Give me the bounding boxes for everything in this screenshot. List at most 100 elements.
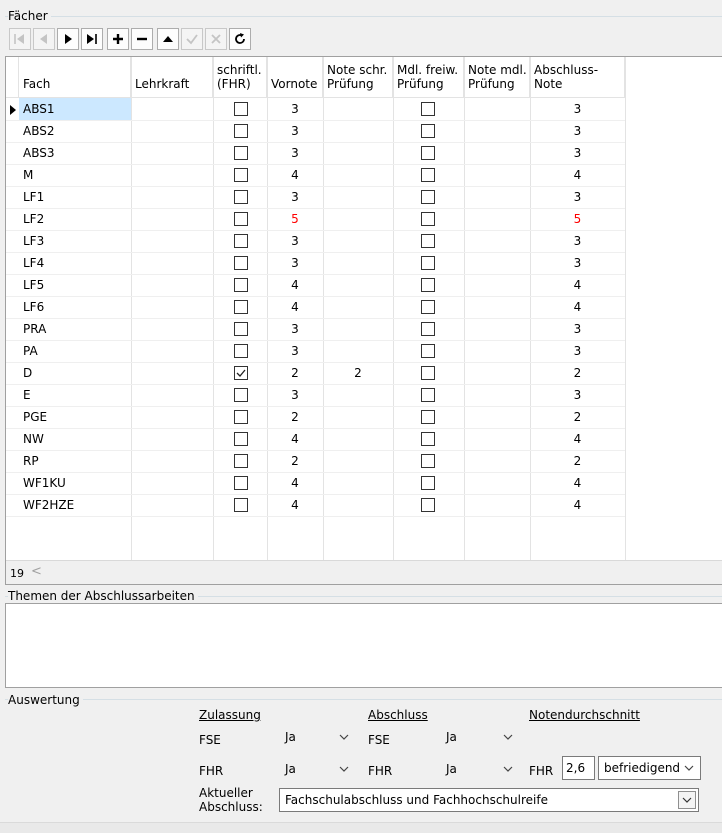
cell-note-schr[interactable] [323, 450, 393, 472]
cell-abschluss[interactable]: 2 [530, 362, 625, 384]
schriftl-checkbox[interactable] [234, 410, 248, 424]
mdl-freiw-checkbox[interactable] [421, 124, 435, 138]
cell-note-schr[interactable] [323, 494, 393, 516]
schriftl-checkbox[interactable] [234, 322, 248, 336]
insert-record-button[interactable] [107, 28, 129, 50]
cell-note-mdl[interactable] [464, 274, 530, 296]
cell-vornote[interactable]: 2 [267, 362, 323, 384]
cell-lehrkraft[interactable] [131, 494, 213, 516]
cell-abschluss[interactable]: 2 [530, 406, 625, 428]
cell-note-mdl[interactable] [464, 142, 530, 164]
header-vornote[interactable]: Vornote [267, 57, 323, 98]
cell-note-schr[interactable] [323, 120, 393, 142]
cell-fach[interactable]: RP [19, 450, 131, 472]
cell-note-schr[interactable] [323, 142, 393, 164]
mdl-freiw-checkbox[interactable] [421, 366, 435, 380]
schriftl-checkbox[interactable] [234, 234, 248, 248]
mdl-freiw-checkbox[interactable] [421, 344, 435, 358]
cell-note-schr[interactable] [323, 274, 393, 296]
edit-record-button[interactable] [157, 28, 179, 50]
cell-fach[interactable]: ABS1 [19, 98, 131, 120]
table-row[interactable]: RP 2 2 [6, 450, 722, 472]
cell-lehrkraft[interactable] [131, 406, 213, 428]
table-row[interactable]: E 3 3 [6, 384, 722, 406]
abschluss-fhr-combo[interactable]: Ja [441, 758, 519, 782]
table-row[interactable]: LF1 3 3 [6, 186, 722, 208]
cell-lehrkraft[interactable] [131, 142, 213, 164]
mdl-freiw-checkbox[interactable] [421, 300, 435, 314]
cell-vornote[interactable]: 3 [267, 252, 323, 274]
table-row[interactable]: PA 3 3 [6, 340, 722, 362]
cell-vornote[interactable]: 5 [267, 208, 323, 230]
cell-note-mdl[interactable] [464, 164, 530, 186]
cell-lehrkraft[interactable] [131, 164, 213, 186]
header-mdl-freiw[interactable]: Mdl. freiw. Prüfung [393, 57, 464, 98]
cell-note-schr[interactable] [323, 208, 393, 230]
cell-abschluss[interactable]: 3 [530, 230, 625, 252]
schriftl-checkbox[interactable] [234, 432, 248, 446]
cell-abschluss[interactable]: 4 [530, 164, 625, 186]
cell-vornote[interactable]: 3 [267, 318, 323, 340]
cell-lehrkraft[interactable] [131, 450, 213, 472]
post-record-button[interactable] [181, 28, 203, 50]
cell-note-mdl[interactable] [464, 230, 530, 252]
cell-note-mdl[interactable] [464, 340, 530, 362]
table-row[interactable]: PGE 2 2 [6, 406, 722, 428]
header-schriftl[interactable]: schriftl. (FHR) [213, 57, 267, 98]
mdl-freiw-checkbox[interactable] [421, 278, 435, 292]
mdl-freiw-checkbox[interactable] [421, 146, 435, 160]
cell-lehrkraft[interactable] [131, 274, 213, 296]
cell-fach[interactable]: NW [19, 428, 131, 450]
cell-fach[interactable]: LF6 [19, 296, 131, 318]
cell-note-mdl[interactable] [464, 318, 530, 340]
cell-abschluss[interactable]: 4 [530, 428, 625, 450]
cell-note-mdl[interactable] [464, 494, 530, 516]
cell-vornote[interactable]: 4 [267, 274, 323, 296]
schriftl-checkbox[interactable] [234, 212, 248, 226]
cell-note-schr[interactable] [323, 428, 393, 450]
cell-fach[interactable]: M [19, 164, 131, 186]
cell-lehrkraft[interactable] [131, 186, 213, 208]
cell-fach[interactable]: LF3 [19, 230, 131, 252]
cell-fach[interactable]: WF2HZE [19, 494, 131, 516]
cell-note-schr[interactable] [323, 186, 393, 208]
cell-fach[interactable]: ABS2 [19, 120, 131, 142]
cell-lehrkraft[interactable] [131, 230, 213, 252]
table-row[interactable]: LF6 4 4 [6, 296, 722, 318]
schriftl-checkbox[interactable] [234, 190, 248, 204]
schriftl-checkbox[interactable] [234, 344, 248, 358]
cell-fach[interactable]: D [19, 362, 131, 384]
cell-abschluss[interactable]: 2 [530, 450, 625, 472]
zulassung-fse-combo[interactable]: Ja [280, 726, 355, 750]
cell-lehrkraft[interactable] [131, 318, 213, 340]
cell-lehrkraft[interactable] [131, 296, 213, 318]
table-row[interactable]: ABS2 3 3 [6, 120, 722, 142]
cell-note-mdl[interactable] [464, 98, 530, 120]
cell-note-mdl[interactable] [464, 186, 530, 208]
cell-note-schr[interactable] [323, 164, 393, 186]
mdl-freiw-checkbox[interactable] [421, 168, 435, 182]
table-row[interactable]: ABS3 3 3 [6, 142, 722, 164]
mdl-freiw-checkbox[interactable] [421, 234, 435, 248]
schriftl-checkbox[interactable] [234, 366, 248, 380]
mdl-freiw-checkbox[interactable] [421, 498, 435, 512]
cell-vornote[interactable]: 3 [267, 340, 323, 362]
cell-lehrkraft[interactable] [131, 362, 213, 384]
notendurchschnitt-text-combo[interactable]: befriedigend [598, 756, 701, 780]
cell-abschluss[interactable]: 4 [530, 274, 625, 296]
cell-abschluss[interactable]: 4 [530, 296, 625, 318]
mdl-freiw-checkbox[interactable] [421, 102, 435, 116]
cell-vornote[interactable]: 2 [267, 406, 323, 428]
cell-vornote[interactable]: 3 [267, 186, 323, 208]
cell-fach[interactable]: PA [19, 340, 131, 362]
cell-note-schr[interactable] [323, 318, 393, 340]
cell-fach[interactable]: LF1 [19, 186, 131, 208]
header-note-mdl[interactable]: Note mdl. Prüfung [464, 57, 530, 98]
cell-abschluss[interactable]: 3 [530, 384, 625, 406]
table-row[interactable]: LF2 5 5 [6, 208, 722, 230]
schriftl-checkbox[interactable] [234, 102, 248, 116]
cell-abschluss[interactable]: 3 [530, 340, 625, 362]
cell-note-mdl[interactable] [464, 428, 530, 450]
mdl-freiw-checkbox[interactable] [421, 410, 435, 424]
cell-vornote[interactable]: 3 [267, 142, 323, 164]
